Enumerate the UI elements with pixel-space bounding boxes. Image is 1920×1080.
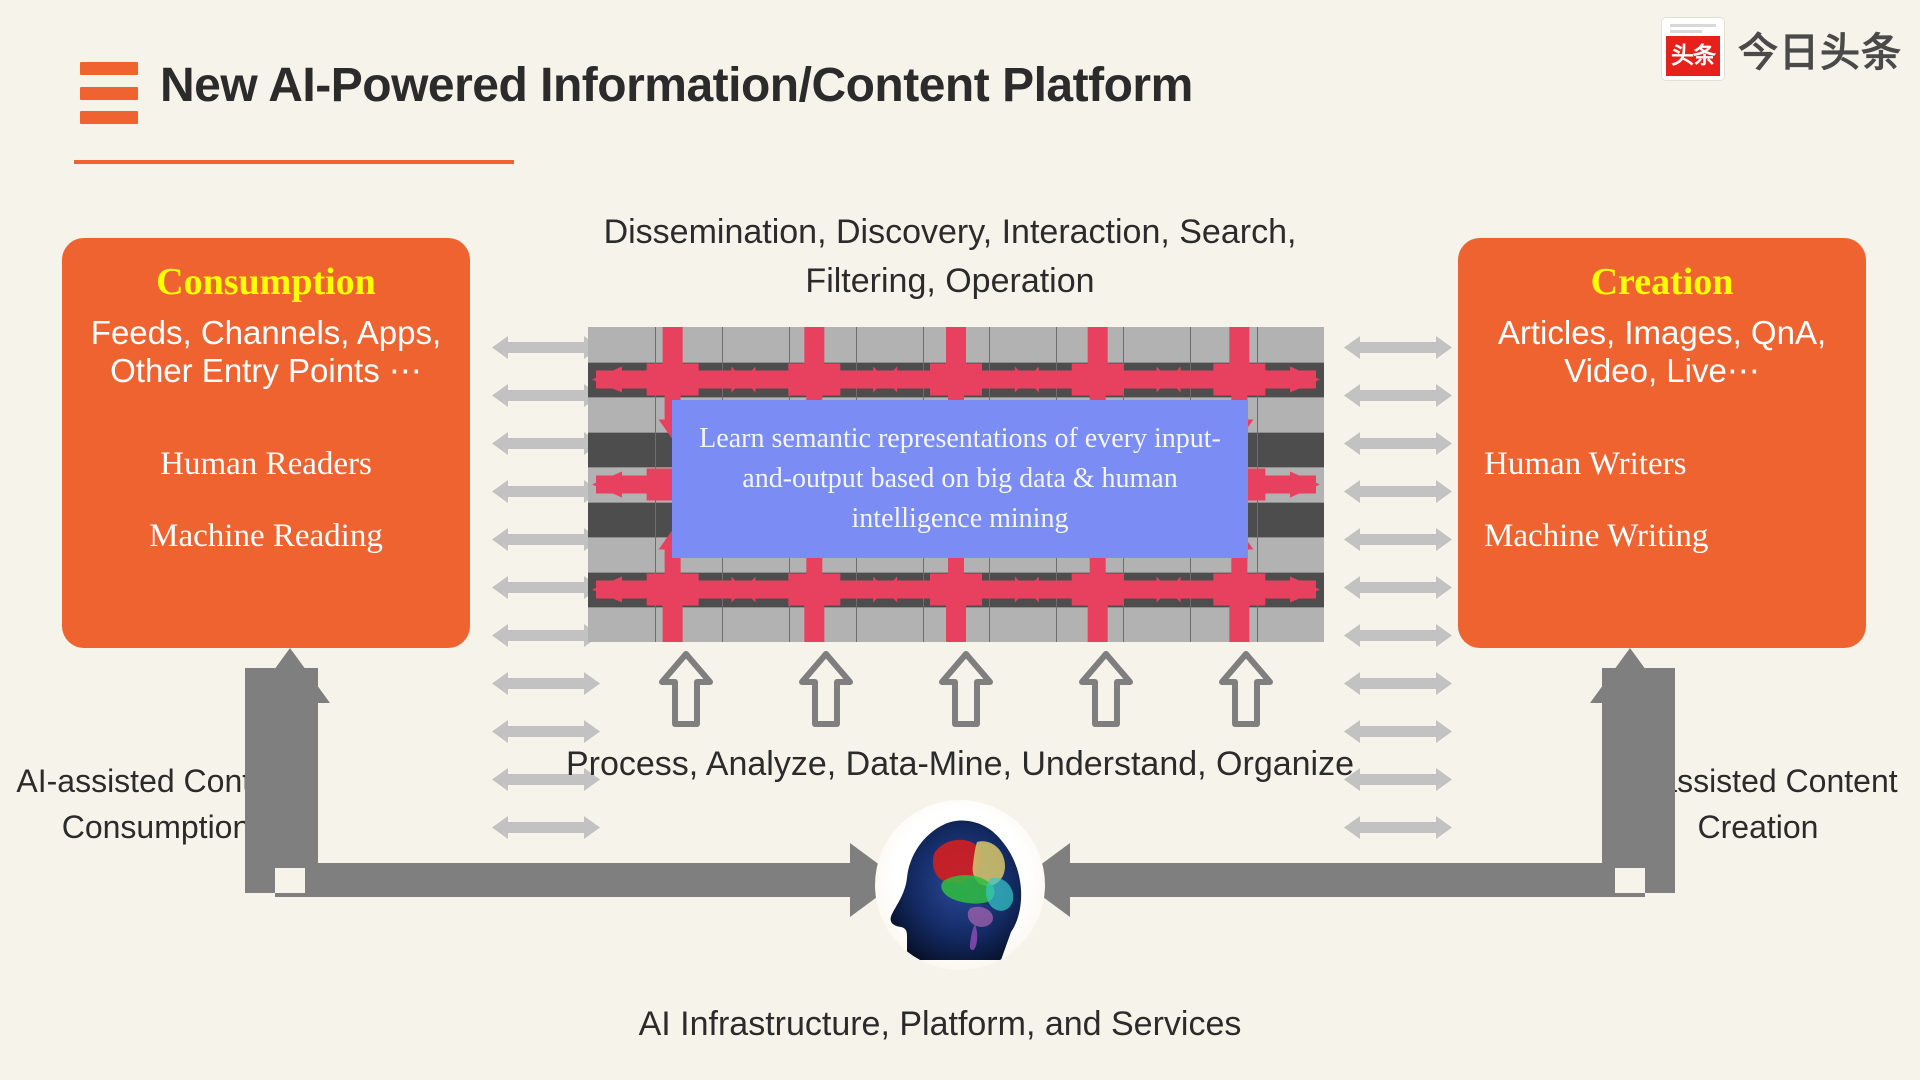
grid-red-arrow (731, 366, 744, 393)
flow-arrow-right (1020, 648, 1675, 917)
grid-red-arrow (1156, 576, 1169, 603)
double-headed-arrow-icon (492, 334, 600, 361)
grid-red-arrow (743, 366, 756, 393)
caption-dissemination: Dissemination, Discovery, Interaction, S… (603, 213, 1297, 301)
grid-red-arrow (731, 576, 744, 603)
creation-panel-list: Articles, Images, QnA, Video, Live⋯ (1497, 314, 1827, 389)
grid-red-arrow (1156, 366, 1169, 393)
brain-head-icon (875, 800, 1045, 970)
grid-red-arrow (1229, 589, 1250, 642)
consumption-panel-title: Consumption (156, 261, 376, 303)
consumption-human-readers: Human Readers (160, 445, 372, 482)
toutiao-logo: 头条 今日头条 (1662, 18, 1902, 80)
grid-red-arrow (1229, 327, 1250, 380)
logo-wordmark: 今日头条 (1738, 30, 1902, 76)
hamburger-bar-2 (80, 86, 138, 100)
double-headed-arrow-icon (492, 478, 600, 505)
grid-red-arrow (804, 327, 825, 380)
title-underline-rule (74, 160, 514, 164)
double-headed-arrow-icon (1344, 334, 1452, 361)
double-headed-arrow-icon (492, 382, 600, 409)
creation-human-writers: Human Writers (1484, 445, 1687, 482)
grid-red-arrow (1168, 576, 1181, 603)
page-title: New AI-Powered Information/Content Platf… (160, 59, 1193, 112)
double-headed-arrow-icon (1344, 526, 1452, 553)
grid-red-arrow (885, 366, 898, 393)
hamburger-icon[interactable] (80, 62, 138, 124)
logo-mark-icon: 头条 (1662, 18, 1724, 80)
grid-red-arrow (1290, 576, 1320, 603)
hamburger-bar-3 (80, 111, 138, 124)
double-headed-arrow-icon (1344, 478, 1452, 505)
grid-red-arrow (1014, 576, 1027, 603)
logo-badge-text: 头条 (1666, 36, 1720, 76)
grid-red-arrow (743, 576, 756, 603)
grid-red-arrow (662, 589, 683, 642)
double-headed-arrow-icon (492, 574, 600, 601)
grid-red-arrow (946, 589, 966, 642)
consumption-machine-reading: Machine Reading (149, 518, 383, 555)
double-headed-arrow-icon (492, 430, 600, 457)
grid-red-arrow (1014, 366, 1027, 393)
hamburger-bar-1 (80, 62, 138, 75)
grid-red-arrow (885, 576, 898, 603)
grid-red-arrow (1290, 471, 1320, 498)
grid-red-arrow (1087, 327, 1108, 380)
grid-red-arrow (592, 366, 622, 393)
slide-canvas: New AI-Powered Information/Content Platf… (0, 0, 1920, 1080)
double-headed-arrow-icon (1344, 382, 1452, 409)
creation-machine-writing: Machine Writing (1484, 518, 1709, 555)
double-headed-arrow-icon (492, 526, 600, 553)
semantic-learning-callout: Learn semantic representations of every … (672, 400, 1248, 558)
grid-red-arrow (592, 576, 622, 603)
creation-panel-title: Creation (1590, 261, 1734, 303)
grid-red-arrow (662, 327, 683, 380)
double-headed-arrow-icon (1344, 430, 1452, 457)
grid-red-arrow (1290, 366, 1320, 393)
grid-red-arrow (1026, 576, 1039, 603)
grid-red-arrow (592, 471, 622, 498)
grid-red-arrow (804, 589, 825, 642)
grid-red-arrow (873, 366, 886, 393)
grid-red-arrow (873, 576, 886, 603)
double-headed-arrow-icon (1344, 574, 1452, 601)
logo-paper-lines (1670, 24, 1716, 36)
caption-ai-infrastructure: AI Infrastructure, Platform, and Service… (638, 1005, 1242, 1043)
grid-red-arrow (1026, 366, 1039, 393)
creation-panel[interactable]: Creation Articles, Images, QnA, Video, L… (1458, 238, 1866, 648)
consumption-panel[interactable]: Consumption Feeds, Channels, Apps, Other… (62, 238, 470, 648)
grid-red-arrow (1087, 589, 1108, 642)
consumption-panel-list: Feeds, Channels, Apps, Other Entry Point… (90, 314, 442, 389)
grid-red-arrow (1168, 366, 1181, 393)
flow-arrow-left (245, 648, 900, 917)
grid-red-arrow (946, 327, 966, 380)
